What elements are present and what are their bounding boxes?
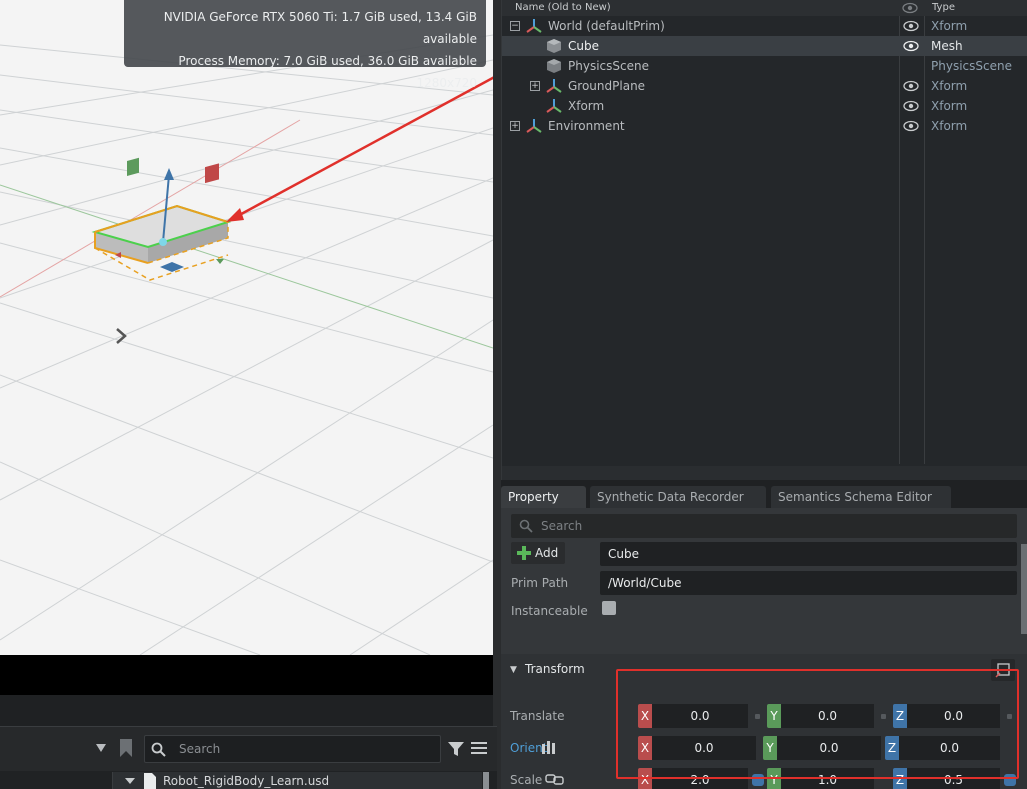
stage-header: Name (Old to New) Type: [502, 0, 1027, 16]
expand-toggle[interactable]: +: [530, 81, 540, 91]
property-scrollbar[interactable]: [1021, 544, 1027, 634]
column-name-header[interactable]: Name (Old to New): [515, 2, 611, 13]
tab-property[interactable]: Property: [501, 486, 586, 508]
menu-icon[interactable]: [471, 741, 487, 755]
search-icon: [519, 519, 533, 533]
xform-icon: [526, 19, 542, 33]
scale-label: Scale: [510, 773, 543, 787]
file-row[interactable]: Robot_RigidBody_Learn.usd: [0, 771, 497, 789]
performance-stats-overlay: NVIDIA GeForce RTX 5060 Ti: 1.7 GiB used…: [124, 0, 486, 90]
stage-panel: Name (Old to New) Type − World (defaultP…: [501, 0, 1027, 480]
tree-row-type: Xform: [931, 79, 968, 93]
collapse-triangle-icon[interactable]: ▼: [510, 665, 517, 675]
filter-icon[interactable]: [448, 741, 464, 757]
bookmark-icon[interactable]: [119, 739, 133, 757]
xform-icon: [526, 119, 542, 133]
column-type-header[interactable]: Type: [932, 2, 955, 13]
property-search-input[interactable]: Search: [511, 514, 1017, 538]
eye-icon[interactable]: [903, 119, 919, 133]
expand-toggle[interactable]: +: [510, 121, 520, 131]
scrollbar-thumb[interactable]: [483, 772, 489, 789]
search-placeholder: Search: [541, 519, 583, 533]
translate-label: Translate: [510, 709, 565, 723]
tree-row-type: PhysicsScene: [931, 59, 1012, 73]
orient-bars-icon[interactable]: [542, 740, 556, 754]
visibility-column-icon: [902, 2, 918, 14]
tree-row-cube[interactable]: Cube Mesh: [502, 36, 1027, 56]
eye-icon[interactable]: [903, 19, 919, 33]
cube-icon: [547, 59, 561, 73]
prim-name-field[interactable]: Cube: [600, 542, 1017, 566]
tree-row-label: Xform: [568, 99, 605, 113]
content-browser: Search Robot_RigidBody_Learn.usd: [0, 726, 497, 789]
annotation-highlight-box: [616, 669, 1019, 779]
tree-row-xform[interactable]: Xform Xform: [502, 96, 1027, 116]
isaac-sim-window: NVIDIA GeForce RTX 5060 Ti: 1.7 GiB used…: [0, 0, 1027, 789]
tree-row-label: World (defaultPrim): [548, 19, 665, 33]
add-button[interactable]: Add: [511, 542, 565, 564]
property-tabs: Property Synthetic Data Recorder Semanti…: [501, 484, 1027, 508]
prim-path-label: Prim Path: [511, 576, 569, 590]
chevron-down-icon[interactable]: [125, 777, 135, 785]
tree-row-type: Mesh: [931, 39, 963, 53]
search-placeholder: Search: [179, 742, 221, 756]
tree-row-label: GroundPlane: [568, 79, 646, 93]
chevron-right-icon[interactable]: [113, 326, 129, 346]
tree-row-label: Environment: [548, 119, 625, 133]
search-icon: [151, 742, 166, 757]
tab-semantics-schema-editor[interactable]: Semantics Schema Editor: [771, 486, 951, 508]
prim-path-field[interactable]: /World/Cube: [600, 571, 1017, 595]
tree-row-type: Xform: [931, 19, 968, 33]
tree-row-environment[interactable]: + Environment Xform: [502, 116, 1027, 136]
content-toolbar: Search: [0, 735, 497, 763]
xform-icon: [546, 99, 562, 113]
file-name: Robot_RigidBody_Learn.usd: [163, 774, 330, 788]
tree-row-world[interactable]: − World (defaultPrim) Xform: [502, 16, 1027, 36]
stage-footer: [502, 466, 1027, 480]
panel-divider[interactable]: [493, 0, 501, 789]
tree-row-label: Cube: [568, 39, 599, 53]
dropdown-arrow-icon[interactable]: [95, 742, 107, 754]
eye-icon[interactable]: [903, 79, 919, 93]
tree-row-type: Xform: [931, 99, 968, 113]
xform-icon: [546, 79, 562, 93]
viewport-3d[interactable]: NVIDIA GeForce RTX 5060 Ti: 1.7 GiB used…: [0, 0, 493, 655]
collapse-toggle[interactable]: −: [510, 21, 520, 31]
transform-title: Transform: [525, 662, 585, 676]
tab-synthetic-data-recorder[interactable]: Synthetic Data Recorder: [590, 486, 766, 508]
resolution-text: 1280x720: [416, 76, 477, 90]
eye-icon[interactable]: [903, 39, 919, 53]
file-icon: [144, 773, 156, 789]
instanceable-checkbox[interactable]: [602, 601, 616, 615]
cube-icon: [547, 39, 561, 53]
tree-row-label: PhysicsScene: [568, 59, 649, 73]
file-item[interactable]: Robot_RigidBody_Learn.usd: [112, 772, 482, 789]
link-icon[interactable]: [545, 773, 565, 785]
content-search-input[interactable]: Search: [144, 735, 441, 763]
gpu-memory-text: NVIDIA GeForce RTX 5060 Ti: 1.7 GiB used…: [163, 10, 477, 46]
eye-icon[interactable]: [903, 99, 919, 113]
viewport-grid: [0, 34, 493, 655]
viewport-bottom-bar: [0, 655, 493, 695]
plus-icon: [517, 546, 531, 560]
add-label: Add: [535, 546, 559, 560]
process-memory-text: Process Memory: 7.0 GiB used, 36.0 GiB a…: [178, 54, 477, 68]
tree-row-groundplane[interactable]: + GroundPlane Xform: [502, 76, 1027, 96]
instanceable-label: Instanceable: [511, 604, 588, 618]
tree-row-type: Xform: [931, 119, 968, 133]
tree-row-physicsscene[interactable]: PhysicsScene PhysicsScene: [502, 56, 1027, 76]
